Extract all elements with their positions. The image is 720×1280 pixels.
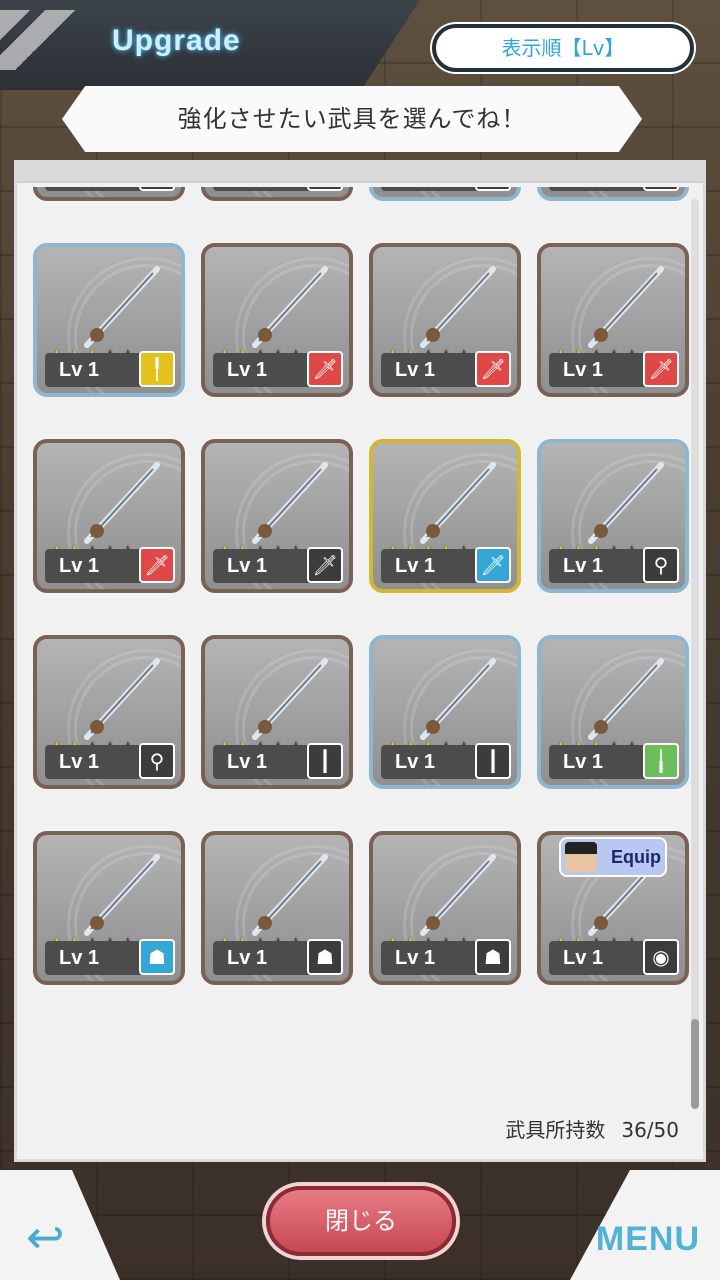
sword-icon: 🗡 <box>475 351 511 387</box>
equipment-card[interactable]: ★★★★★Lv 1┃ <box>369 635 521 789</box>
level-label: Lv 1 <box>213 353 315 387</box>
equipment-image <box>77 259 167 355</box>
armor-icon: ☗ <box>475 939 511 975</box>
armor-icon: ☗ <box>139 939 175 975</box>
level-label: Lv 1 <box>381 941 483 975</box>
level-label: Lv 1 <box>45 549 147 583</box>
equipment-image <box>581 651 671 747</box>
level-label: Lv 1 <box>213 549 315 583</box>
sword-icon: 🗡 <box>139 547 175 583</box>
equipment-card[interactable]: ★★★★★Lv 1🗡 <box>201 439 353 593</box>
equipment-card[interactable]: ★★★★★Lv 1🗡 <box>369 439 521 593</box>
level-label: Lv 1 <box>213 745 315 779</box>
level-label: Lv 1 <box>213 187 315 191</box>
equipment-card[interactable]: ★★★★★Lv 1⚲ <box>33 635 185 789</box>
rapier-icon: ╿ <box>139 351 175 387</box>
equipment-image <box>581 455 671 551</box>
scrollbar[interactable] <box>691 199 699 1109</box>
back-arrow-icon[interactable]: ↩ <box>26 1212 86 1262</box>
equipment-image <box>77 847 167 943</box>
level-label: Lv 1 <box>45 941 147 975</box>
equipment-card[interactable]: ★★★★★Lv 1🗡 <box>33 439 185 593</box>
dual-sword-icon: ✕ <box>643 187 679 191</box>
equipment-image <box>413 259 503 355</box>
level-label: Lv 1 <box>549 549 651 583</box>
equipment-image <box>413 455 503 551</box>
header-decor <box>0 10 90 70</box>
scroll-thumb[interactable] <box>691 1019 699 1109</box>
level-label: Lv 1 <box>45 353 147 387</box>
equipment-card[interactable]: ★★★★★Lv 1╽ <box>537 635 689 789</box>
mace-icon: ⚲ <box>643 547 679 583</box>
level-label: Lv 1 <box>213 941 315 975</box>
dagger-icon: 🗡 <box>475 547 511 583</box>
equipment-image <box>77 651 167 747</box>
equipment-card[interactable]: ★★★★★Lv 1◉Equip <box>537 831 689 985</box>
equipped-label: Equip <box>611 847 661 867</box>
sword-icon: 🗡 <box>475 187 511 191</box>
equipment-image <box>413 651 503 747</box>
sort-order-button[interactable]: 表示順【Lv】 <box>432 24 694 72</box>
equipment-image <box>245 259 335 355</box>
equipment-card[interactable]: ★★★★★Lv 1🗡 <box>33 187 185 201</box>
page-title: Upgrade <box>112 24 241 57</box>
sword-icon: 🗡 <box>307 187 343 191</box>
equipment-image <box>245 847 335 943</box>
equipment-image <box>77 455 167 551</box>
equipment-card[interactable]: ★★★★★Lv 1🗡 <box>369 243 521 397</box>
equipment-card[interactable]: ★★★★★Lv 1☗ <box>369 831 521 985</box>
equipment-image <box>581 259 671 355</box>
grid-viewport[interactable]: ★★★★★Lv 1🗡★★★★★Lv 1🗡★★★★★Lv 1🗡★★★★★Lv 1✕… <box>27 187 691 1107</box>
close-button[interactable]: 閉じる <box>266 1186 456 1256</box>
equipment-card[interactable]: ★★★★★Lv 1🗡 <box>537 243 689 397</box>
footer: ↩ 閉じる MENU <box>0 1160 720 1280</box>
dagger-icon: 🗡 <box>307 547 343 583</box>
equipment-grid: ★★★★★Lv 1🗡★★★★★Lv 1🗡★★★★★Lv 1🗡★★★★★Lv 1✕… <box>33 187 689 985</box>
armor-icon: ☗ <box>307 939 343 975</box>
equipment-card[interactable]: ★★★★★Lv 1☗ <box>33 831 185 985</box>
sword-icon: 🗡 <box>139 187 175 191</box>
level-label: Lv 1 <box>381 549 483 583</box>
equipment-card[interactable]: ★★★★★Lv 1⚲ <box>537 439 689 593</box>
level-label: Lv 1 <box>45 745 147 779</box>
level-label: Lv 1 <box>381 353 483 387</box>
equipment-count: 武具所持数 36/50 <box>449 1113 679 1147</box>
level-label: Lv 1 <box>549 353 651 387</box>
equipment-card[interactable]: ★★★★★Lv 1┃ <box>201 635 353 789</box>
equipment-card[interactable]: ★★★★★Lv 1🗡 <box>369 187 521 201</box>
menu-button[interactable]: MENU <box>596 1220 700 1259</box>
level-label: Lv 1 <box>549 745 651 779</box>
equipment-image <box>245 455 335 551</box>
gun-icon: ┃ <box>475 743 511 779</box>
equipment-card[interactable]: ★★★★★Lv 1✕ <box>537 187 689 201</box>
equipped-tag: Equip <box>559 837 667 877</box>
equipment-count-label: 武具所持数 <box>505 1118 606 1142</box>
inventory-panel: ★★★★★Lv 1🗡★★★★★Lv 1🗡★★★★★Lv 1🗡★★★★★Lv 1✕… <box>14 160 706 1162</box>
sword-icon: 🗡 <box>643 351 679 387</box>
staff-icon: ╽ <box>643 743 679 779</box>
level-label: Lv 1 <box>549 941 651 975</box>
equipment-image <box>245 651 335 747</box>
instruction-banner: 強化させたい武具を選んでね！ <box>62 86 642 152</box>
equipment-image <box>413 847 503 943</box>
level-label: Lv 1 <box>45 187 147 191</box>
mace-icon: ⚲ <box>139 743 175 779</box>
level-label: Lv 1 <box>549 187 651 191</box>
level-label: Lv 1 <box>381 187 483 191</box>
equipment-card[interactable]: ★★★★★Lv 1☗ <box>201 831 353 985</box>
panel-top-bar <box>17 163 703 183</box>
equipment-card[interactable]: ★★★★★Lv 1╿ <box>33 243 185 397</box>
equipment-card[interactable]: ★★★★★Lv 1🗡 <box>201 187 353 201</box>
sword-icon: 🗡 <box>307 351 343 387</box>
gun-icon: ┃ <box>307 743 343 779</box>
accessory-icon: ◉ <box>643 939 679 975</box>
equipment-count-value: 36/50 <box>621 1118 679 1142</box>
character-avatar <box>565 842 597 872</box>
equipment-card[interactable]: ★★★★★Lv 1🗡 <box>201 243 353 397</box>
level-label: Lv 1 <box>381 745 483 779</box>
